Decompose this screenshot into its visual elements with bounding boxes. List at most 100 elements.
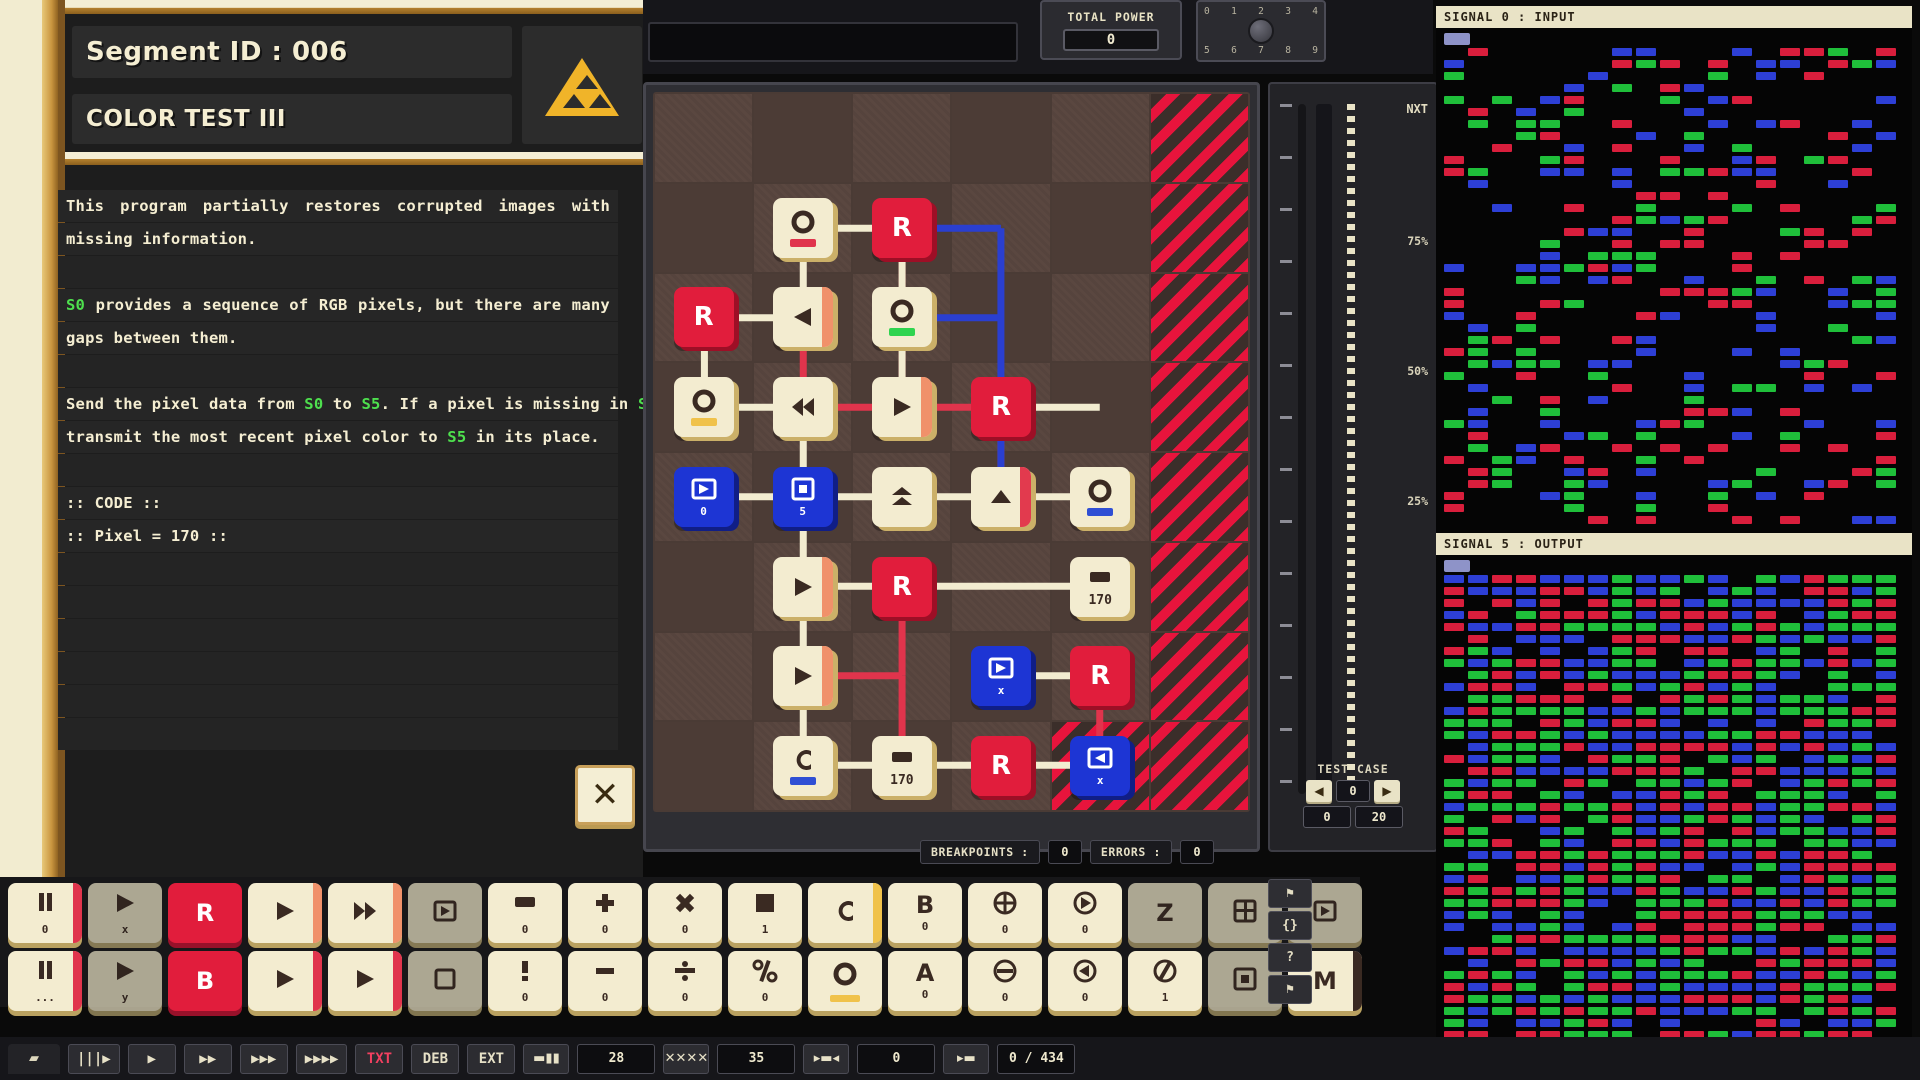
tile-play-left[interactable] [772,287,833,348]
palette-value[interactable]: 0 [488,883,562,943]
palette-b-red[interactable]: B [168,951,242,1011]
grid-cell[interactable]: 5 [754,453,852,541]
grid-cell[interactable]: R [952,722,1050,810]
tile-play-right[interactable] [772,646,833,707]
flag-button[interactable]: ⚑ [1268,879,1312,908]
grid-cell[interactable] [952,273,1050,362]
palette-b[interactable]: B0 [888,883,962,943]
grid-cell[interactable] [1051,363,1149,451]
tile-rewind[interactable] [772,377,833,438]
bottom-status-bar[interactable]: ▰ |||▶ ▶ ▶▶ ▶▶▶ ▶▶▶▶ TXT DEB EXT ▬▮▮ 28 ✕✕✕✕ 35 ▸▬◂ 0 ▸… [0,1037,1920,1080]
grid-cell[interactable]: R [655,273,753,362]
txt-button[interactable]: TXT [355,1043,404,1074]
progress-icon[interactable]: ▸▬ [943,1043,990,1074]
grid-cell[interactable] [853,632,951,721]
palette-slash-circle[interactable]: 1 [1128,951,1202,1011]
palette-skip-forward[interactable] [328,883,402,943]
tile-double-up[interactable] [871,466,932,527]
palette-play-y-disabled[interactable]: y [88,951,162,1011]
grid-cell[interactable]: R [853,542,951,631]
fast-forward-button[interactable]: ▶▶ [183,1043,232,1074]
close-briefing-button[interactable]: ✕ [575,765,635,825]
grid-cell-hazard[interactable] [1150,722,1248,810]
grid-cell[interactable]: R [853,183,951,272]
grid-cell[interactable]: x [952,632,1050,721]
grid-cell-hazard[interactable]: x [1051,722,1149,810]
grid-cell[interactable] [952,453,1050,541]
palette-arrow-circle[interactable]: 0 [1048,883,1122,943]
grid-cell[interactable]: R [1051,632,1149,721]
program-grid[interactable]: R R R 0 5 R 170 x R 170 Rx [653,92,1250,812]
tile-play-right[interactable] [772,556,833,617]
faster-button[interactable]: ▶▶▶ [239,1043,288,1074]
palette-filled-square[interactable]: 1 [728,883,802,943]
palette-circle-io[interactable] [808,951,882,1011]
power-icon[interactable]: ▸▬◂ [803,1043,850,1074]
tile-value-170[interactable]: 170 [871,736,932,797]
fastest-button[interactable]: ▶▶▶▶ [295,1043,348,1074]
grid-cell[interactable] [754,94,852,182]
grid-cell[interactable] [655,632,753,721]
grid-cell-hazard[interactable] [1150,273,1248,362]
grid-cell[interactable] [655,722,753,810]
grid-cell[interactable]: 0 [655,453,753,541]
grid-cell[interactable] [952,94,1050,182]
palette-play-right[interactable] [248,883,322,943]
tile-single-up[interactable] [971,466,1032,527]
grid-cell[interactable] [853,453,951,541]
instruction-palette[interactable]: 0xR0001B000Z ... y B 0 0 0 0 A 0 0 0 1 M [0,877,1362,1011]
tile-register-r[interactable]: R [871,556,932,617]
tile-signal-out-5[interactable]: 5 [772,466,833,527]
grid-cell[interactable] [754,632,852,721]
palette-register-r[interactable]: R [168,883,242,943]
tile-register-r[interactable]: R [971,736,1032,797]
tile-c-bracket[interactable] [772,736,833,797]
test-case-next-button[interactable]: ▶ [1374,780,1400,802]
help-button[interactable]: ? [1268,943,1312,972]
tile-io-green[interactable] [871,287,932,348]
test-case-prev-button[interactable]: ◀ [1306,780,1332,802]
grid-cell[interactable]: 170 [853,722,951,810]
grid-cell[interactable] [952,542,1050,631]
grid-cell[interactable] [853,363,951,451]
grid-cell[interactable] [1051,273,1149,362]
tile-play-right[interactable] [871,377,932,438]
step-over-button[interactable]: |||▶ [68,1043,120,1074]
grid-cell[interactable] [655,94,753,182]
palette-row-2[interactable]: ... y B 0 0 0 0 A 0 0 0 1 M [8,951,1362,1011]
grid-cell[interactable] [754,273,852,362]
grid-cell[interactable] [754,183,852,272]
grid-cell-hazard[interactable] [1150,632,1248,721]
palette-c-bracket[interactable] [808,883,882,943]
tile-io-blue[interactable] [1070,466,1131,527]
palette-row-1[interactable]: 0xR0001B000Z [8,883,1362,943]
debug-button[interactable]: DEB [411,1043,460,1074]
palette-bang[interactable]: 0 [488,951,562,1011]
grid-cell-hazard[interactable] [1150,363,1248,451]
tile-register-r[interactable]: R [871,197,932,258]
grid-cell[interactable]: 170 [1051,542,1149,631]
grid-cell[interactable] [1051,183,1149,272]
tile-io-red[interactable] [772,197,833,258]
tile-signal-left-x[interactable]: x [1070,736,1131,797]
dial-knob[interactable] [1248,18,1274,44]
instructions-icon[interactable]: ✕✕✕✕ [663,1043,710,1074]
palette-modulo[interactable]: 0 [728,951,802,1011]
palette-a[interactable]: A0 [888,951,962,1011]
tile-io-yellow[interactable] [673,377,734,438]
exit-button[interactable]: EXT [467,1043,516,1074]
grid-cell-hazard[interactable] [1150,542,1248,631]
dial-panel[interactable]: 0 1 2 3 4 5 6 7 8 9 [1196,0,1326,62]
palette-play-right3[interactable] [328,951,402,1011]
palette-add[interactable]: 0 [568,883,642,943]
grid-cell-hazard[interactable] [1150,94,1248,182]
grid-cell-hazard[interactable] [1150,183,1248,272]
tab-flag[interactable]: ▰ [8,1043,60,1074]
palette-multiply[interactable]: 0 [648,883,722,943]
grid-cell[interactable] [655,183,753,272]
gauge-slider-track[interactable] [1298,104,1306,794]
braces-button[interactable]: {} [1268,911,1312,940]
tile-signal-in-0[interactable]: 0 [673,466,734,527]
grid-cell[interactable] [853,273,951,362]
palette-input-multi[interactable]: ... [8,951,82,1011]
